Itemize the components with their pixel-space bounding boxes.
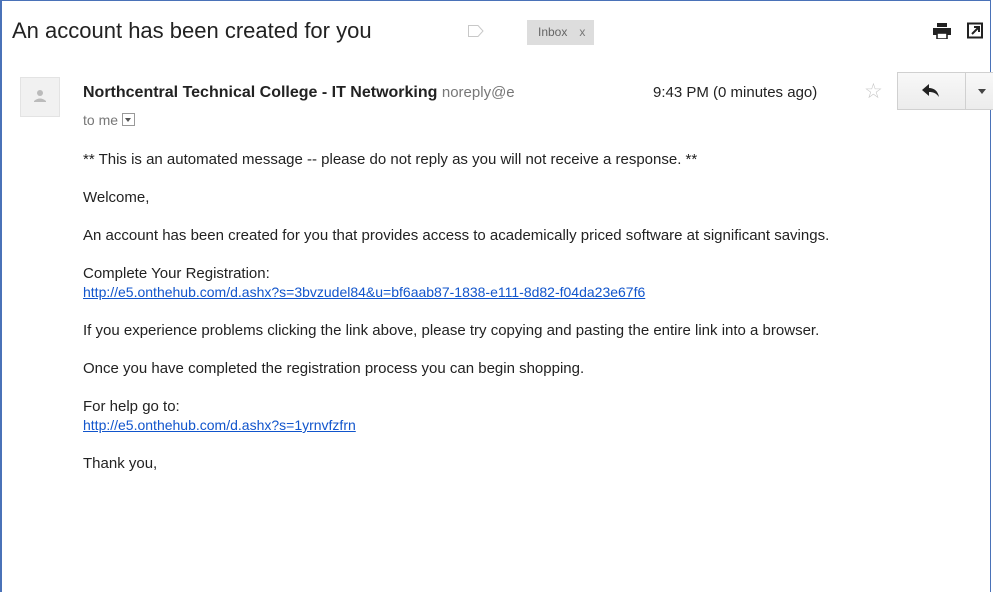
registration-link[interactable]: http://e5.onthehub.com/d.ashx?s=3bvzudel… [83, 284, 645, 300]
greeting: Welcome, [83, 189, 150, 206]
recipient-line: to me [83, 112, 136, 128]
email-body: ** This is an automated message -- pleas… [83, 150, 953, 492]
sender-name[interactable]: Northcentral Technical College - IT Netw… [83, 84, 437, 101]
help-link[interactable]: http://e5.onthehub.com/d.ashx?s=1yrnvfzf… [83, 417, 356, 433]
registration-block: Complete Your Registration: http://e5.on… [83, 264, 953, 302]
email-timestamp: 9:43 PM (0 minutes ago) [653, 84, 818, 101]
sender-line: Northcentral Technical College - IT Netw… [83, 84, 515, 102]
recipient-text: to me [83, 112, 119, 128]
new-window-icon[interactable] [967, 22, 983, 39]
registration-label: Complete Your Registration: [83, 265, 270, 282]
star-icon[interactable]: ☆ [864, 79, 883, 104]
inbox-label-chip: Inbox x [527, 20, 595, 45]
avatar-icon [20, 77, 60, 117]
shopping-paragraph: Once you have completed the registration… [83, 360, 585, 377]
intro-paragraph: An account has been created for you that… [83, 227, 830, 244]
more-actions-button[interactable] [965, 72, 993, 110]
reply-button[interactable] [897, 72, 966, 110]
person-icon [34, 90, 46, 102]
recipient-details-dropdown[interactable] [122, 113, 136, 126]
inbox-label-text: Inbox [538, 25, 568, 39]
chevron-down-icon [978, 89, 986, 94]
reply-icon [922, 84, 939, 97]
remove-label-button[interactable]: x [579, 25, 585, 39]
email-subject: An account has been created for you [12, 18, 372, 43]
help-block: For help go to: http://e5.onthehub.com/d… [83, 397, 953, 435]
automated-notice: ** This is an automated message -- pleas… [83, 151, 698, 168]
subject-bar: An account has been created for you Inbo… [12, 14, 993, 54]
problems-paragraph: If you experience problems clicking the … [83, 322, 820, 339]
help-label: For help go to: [83, 398, 180, 415]
label-tag-icon[interactable] [468, 25, 484, 37]
sender-email: noreply@e [441, 84, 515, 101]
closing: Thank you, [83, 455, 158, 472]
print-icon[interactable] [933, 23, 951, 39]
